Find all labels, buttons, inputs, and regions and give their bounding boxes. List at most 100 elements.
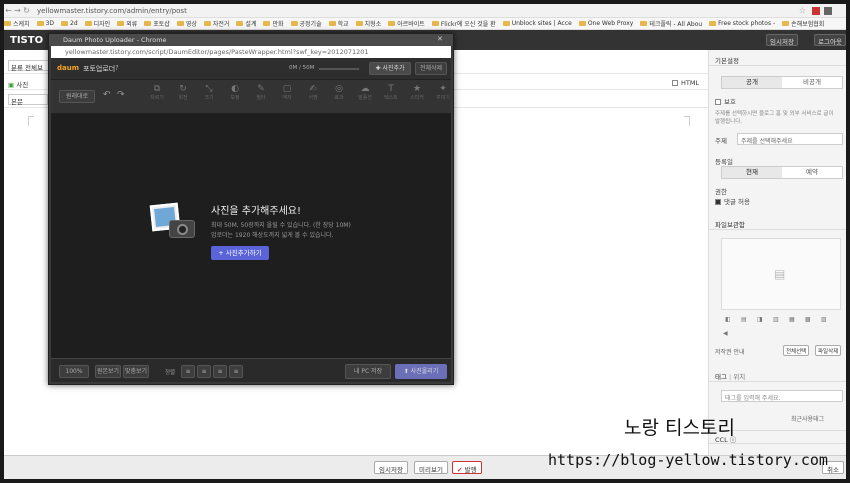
redo-icon[interactable]: ↷ bbox=[117, 90, 125, 100]
basic-settings-header[interactable]: 기본설정 bbox=[709, 52, 847, 66]
bookmark-item[interactable]: 공정기술 bbox=[290, 19, 322, 28]
allow-comments-option[interactable]: 댓글 허용 bbox=[715, 196, 750, 206]
mosaic-icon[interactable]: ▨ bbox=[821, 316, 827, 323]
bookmark-item[interactable]: 만화 bbox=[263, 19, 284, 28]
tool-1[interactable]: ⧉ 자르기 bbox=[149, 84, 165, 101]
bookmark-item[interactable]: 스케치 bbox=[4, 19, 30, 28]
bookmark-item[interactable]: Unblock sites | Acce bbox=[502, 20, 572, 27]
slide-icon[interactable]: ▩ bbox=[805, 316, 811, 323]
html-toggle[interactable]: HTML bbox=[672, 79, 699, 87]
tool-4[interactable]: ◐ 보정 bbox=[227, 84, 243, 101]
undo-icon[interactable]: ↶ bbox=[103, 90, 111, 100]
comments-checkbox[interactable] bbox=[715, 199, 721, 205]
tool-5[interactable]: ✎ 필터 bbox=[253, 84, 269, 101]
bookmarks-bar: 스케치 3D 2d 디자인 외류 포토샵 영상 자전거 설계 만화 공정기술 학교 치형소 아르바이트 Fl… bbox=[4, 18, 846, 30]
gallery-icon[interactable]: ▦ bbox=[789, 316, 795, 323]
bookmark-item[interactable]: 2d bbox=[61, 20, 78, 27]
tag-input[interactable]: 태그를 입력해 주세요. bbox=[721, 390, 843, 402]
logout-button[interactable]: 로그아웃 bbox=[814, 34, 846, 46]
menu-icon[interactable] bbox=[824, 7, 832, 15]
file-storage-header[interactable]: 파일보관함 bbox=[709, 216, 847, 230]
reserve-option[interactable]: 예약 bbox=[782, 167, 842, 178]
bookmark-item[interactable]: 손해보험협회 bbox=[782, 19, 824, 28]
bookmark-item[interactable]: 3D bbox=[36, 20, 54, 27]
upload-icon: ⬆ bbox=[403, 368, 409, 375]
layout-icon[interactable]: ▥ bbox=[773, 316, 779, 323]
upload-button[interactable]: ⬆ 사진올리기 bbox=[395, 364, 447, 379]
upload-drop-area[interactable]: 사진을 추가해주세요! 최대 50M, 50장까지 올릴 수 있습니다. (한 … bbox=[51, 114, 451, 358]
restore-button[interactable]: 원래대로 bbox=[59, 90, 95, 103]
bookmark-item[interactable]: 학교 bbox=[328, 19, 349, 28]
visibility-toggle: 공개 비공개 bbox=[721, 76, 843, 89]
close-icon[interactable]: ✕ bbox=[437, 35, 443, 43]
forward-icon[interactable]: → bbox=[13, 6, 22, 15]
fit-view-button[interactable]: 맞춤보기 bbox=[123, 365, 149, 378]
folder-icon bbox=[176, 21, 184, 26]
protect-checkbox[interactable] bbox=[715, 99, 721, 105]
bookmark-star-icon[interactable]: ☆ bbox=[799, 6, 806, 15]
align-right-button[interactable]: ≡ bbox=[213, 365, 227, 378]
bookmark-item[interactable]: 아르바이트 bbox=[388, 19, 425, 28]
bookmark-item[interactable]: Free stock photos - bbox=[709, 20, 775, 27]
html-checkbox[interactable] bbox=[672, 80, 678, 86]
tool-6[interactable]: ▢ 액자 bbox=[279, 84, 295, 101]
zoom-select[interactable]: 100% bbox=[59, 365, 89, 378]
select-all-button[interactable]: 전체선택 bbox=[783, 345, 810, 356]
tool-11[interactable]: ★ 스티커 bbox=[409, 84, 425, 101]
public-option[interactable]: 공개 bbox=[722, 77, 782, 88]
help-icon[interactable]: ? bbox=[115, 64, 119, 72]
align-center-icon[interactable]: ▤ bbox=[741, 316, 747, 323]
bookmark-item[interactable]: Flickr에 오신 것을 환 bbox=[431, 19, 496, 28]
bookmark-item[interactable]: 외류 bbox=[117, 19, 137, 28]
file-drop-area[interactable]: ▤ bbox=[721, 238, 841, 310]
delete-file-button[interactable]: 파일삭제 bbox=[815, 345, 842, 356]
save-draft-button[interactable]: 임시저장 bbox=[374, 461, 408, 474]
category-select[interactable]: 분류 전체보 bbox=[8, 60, 52, 72]
tool-9[interactable]: ☁ 말풍선 bbox=[357, 84, 373, 101]
size-progress-bar bbox=[319, 68, 359, 70]
preview-button[interactable]: 미리보기 bbox=[414, 461, 448, 474]
header-draft-button[interactable]: 임시저장 bbox=[766, 34, 798, 46]
align-left-button[interactable]: ≡ bbox=[181, 365, 195, 378]
view-original-button[interactable]: 원본보기 bbox=[95, 365, 121, 378]
delete-all-button[interactable]: 전체삭제 bbox=[415, 62, 447, 75]
bookmark-item[interactable]: 설계 bbox=[236, 19, 256, 28]
bookmark-item[interactable]: 치형소 bbox=[355, 19, 381, 28]
align-left-icon[interactable]: ◧ bbox=[725, 316, 731, 323]
tool-3[interactable]: ⤡ 크기 bbox=[201, 84, 217, 101]
add-photo-big-button[interactable]: + 사진추가하기 bbox=[211, 246, 269, 260]
align-justify-button[interactable]: ≡ bbox=[229, 365, 243, 378]
back-icon[interactable]: ← bbox=[4, 6, 13, 15]
publish-button[interactable]: ✔ 발행 bbox=[452, 461, 482, 474]
add-photo-button[interactable]: ✚ 사진추가 bbox=[369, 62, 411, 75]
extension-icon[interactable] bbox=[812, 7, 820, 15]
tag-tab[interactable]: 태그 bbox=[715, 373, 727, 381]
tool-8[interactable]: ◎ 효과 bbox=[331, 84, 347, 101]
save-to-pc-button[interactable]: 내 PC 저장 bbox=[345, 364, 391, 379]
folder-icon bbox=[640, 21, 648, 26]
bookmark-item[interactable]: 테크플릭 - All Abou bbox=[640, 19, 702, 28]
tool-2[interactable]: ↻ 회전 bbox=[175, 84, 191, 101]
align-center-button[interactable]: ≡ bbox=[197, 365, 211, 378]
topic-select[interactable]: 주제를 선택해주세요 bbox=[737, 133, 843, 145]
tool-12[interactable]: ✦ 꾸미기 bbox=[435, 84, 451, 101]
bookmark-item[interactable]: 영상 bbox=[176, 19, 197, 28]
format-select[interactable]: 본문 bbox=[8, 94, 48, 106]
private-option[interactable]: 비공개 bbox=[782, 77, 842, 88]
location-tab[interactable]: 위치 bbox=[733, 373, 745, 381]
bookmark-item[interactable]: One Web Proxy bbox=[578, 20, 633, 27]
recent-tags-link[interactable]: 최근사용태그 bbox=[791, 414, 824, 423]
tool-10[interactable]: T 텍스트 bbox=[383, 84, 399, 101]
resolution-text: 업로더는 1920 해상도까지 넓게 볼 수 있습니다. bbox=[211, 232, 334, 239]
protect-option[interactable]: 보호 bbox=[715, 96, 736, 106]
tool-7[interactable]: ✍ 서명 bbox=[305, 84, 321, 101]
align-right-icon[interactable]: ◨ bbox=[757, 316, 763, 323]
url-text[interactable]: yellowmaster.tistory.com/admin/entry/pos… bbox=[37, 7, 187, 15]
bookmark-item[interactable]: 자전거 bbox=[203, 19, 229, 28]
bookmark-item[interactable]: 포토샵 bbox=[144, 19, 170, 28]
reload-icon[interactable]: ↻ bbox=[22, 6, 31, 15]
photo-attach-button[interactable]: ▣ 사진 bbox=[8, 79, 28, 89]
insert-icon[interactable]: ◀ bbox=[723, 330, 728, 337]
bookmark-item[interactable]: 디자인 bbox=[84, 19, 110, 28]
now-option[interactable]: 현재 bbox=[722, 167, 782, 178]
